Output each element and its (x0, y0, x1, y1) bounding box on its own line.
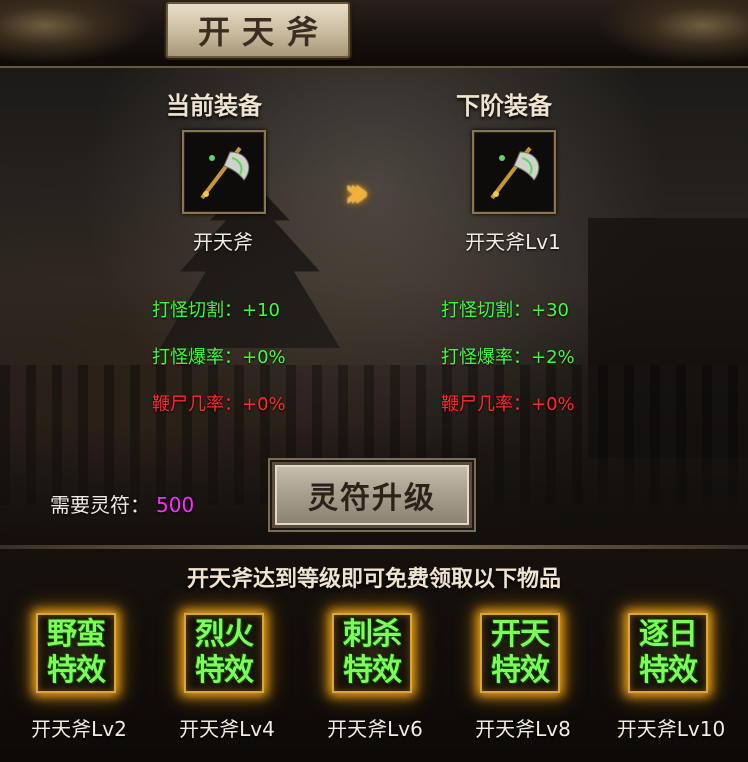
rewards-section: 开天斧达到等级即可免费领取以下物品 野蛮 特效 开天斧Lv2 烈火 特效 开天斧… (0, 549, 748, 762)
reward-line2: 特效 (639, 653, 698, 688)
current-stat-drop: 打怪爆率：+0% (152, 343, 286, 369)
reward-line2: 特效 (195, 653, 254, 688)
reward-line1: 刺杀 (343, 617, 402, 652)
reward-icon: 野蛮 特效 (36, 613, 116, 693)
reward-line1: 逐日 (639, 617, 698, 652)
stat-value: +0% (242, 347, 286, 368)
reward-level-label: 开天斧Lv4 (179, 717, 275, 741)
reward-icon: 刺杀 特效 (332, 613, 412, 693)
next-stat-whip: 鞭尸几率：+0% (441, 390, 575, 416)
reward-line2: 特效 (491, 653, 550, 688)
reward-item-savage-effect[interactable]: 野蛮 特效 (34, 611, 118, 695)
next-stat-cut: 打怪切割：+30 (441, 296, 569, 322)
dragon-ornament-right (598, 0, 748, 64)
current-equipment-heading: 当前装备 (166, 91, 262, 120)
reward-level-label: 开天斧Lv10 (616, 717, 726, 741)
stat-label: 打怪爆率： (441, 347, 531, 368)
reward-level-label: 开天斧Lv6 (327, 717, 423, 741)
reward-line1: 烈火 (195, 617, 254, 652)
title-plate: 开天斧 (166, 2, 350, 58)
stat-label: 打怪切割： (152, 300, 242, 321)
stat-value: +30 (531, 300, 569, 321)
talisman-upgrade-button[interactable]: 灵符升级 (272, 462, 472, 528)
reward-item-chasesun-effect[interactable]: 逐日 特效 (626, 611, 710, 695)
reward-item-assassinate-effect[interactable]: 刺杀 特效 (330, 611, 414, 695)
requirement-label: 需要灵符： (50, 493, 150, 517)
stat-label: 打怪切割： (441, 300, 531, 321)
panel-title: 开天斧 (197, 13, 330, 51)
next-equipment-heading: 下阶装备 (456, 91, 552, 120)
stat-label: 打怪爆率： (152, 347, 242, 368)
reward-item-skyopen-effect[interactable]: 开天 特效 (478, 611, 562, 695)
stat-label: 鞭尸几率： (441, 394, 531, 415)
reward-line1: 开天 (491, 617, 550, 652)
next-item-name: 开天斧Lv1 (465, 230, 561, 254)
reward-level-label: 开天斧Lv8 (475, 717, 571, 741)
axe-icon (490, 146, 540, 200)
rewards-title: 开天斧达到等级即可免费领取以下物品 (186, 566, 561, 592)
equipment-compare-area: 当前装备 开天斧 ››› 下阶装备 开天斧Lv1 打怪切割：+10 打怪爆率：+… (0, 68, 748, 545)
axe-icon (200, 146, 250, 200)
reward-line1: 野蛮 (47, 617, 106, 652)
reward-level-label: 开天斧Lv2 (31, 717, 127, 741)
reward-icon: 开天 特效 (480, 613, 560, 693)
current-item-name: 开天斧 (193, 230, 253, 254)
requirement-value: 500 (156, 493, 195, 517)
requirement-text: 需要灵符： 500 (50, 489, 194, 518)
next-stat-drop: 打怪爆率：+2% (441, 343, 575, 369)
title-bar: 开天斧 (0, 0, 748, 68)
next-item-slot[interactable] (472, 130, 556, 214)
reward-line2: 特效 (343, 653, 402, 688)
stat-value: +2% (531, 347, 575, 368)
stat-value: +10 (242, 300, 280, 321)
stat-value: +0% (531, 394, 575, 415)
reward-icon: 逐日 特效 (628, 613, 708, 693)
upgrade-panel: 开天斧 当前装备 开天斧 ››› 下阶装备 开天斧Lv1 打怪切割：+10 打怪… (0, 0, 748, 762)
double-chevron-right-icon: ››› (344, 170, 370, 216)
stat-label: 鞭尸几率： (152, 394, 242, 415)
current-stat-cut: 打怪切割：+10 (152, 296, 280, 322)
dragon-ornament-left (0, 0, 150, 64)
current-item-slot[interactable] (182, 130, 266, 214)
stat-value: +0% (242, 394, 286, 415)
reward-line2: 特效 (47, 653, 106, 688)
upgrade-button-label: 灵符升级 (308, 481, 436, 516)
current-stat-whip: 鞭尸几率：+0% (152, 390, 286, 416)
reward-icon: 烈火 特效 (184, 613, 264, 693)
reward-item-blaze-effect[interactable]: 烈火 特效 (182, 611, 266, 695)
